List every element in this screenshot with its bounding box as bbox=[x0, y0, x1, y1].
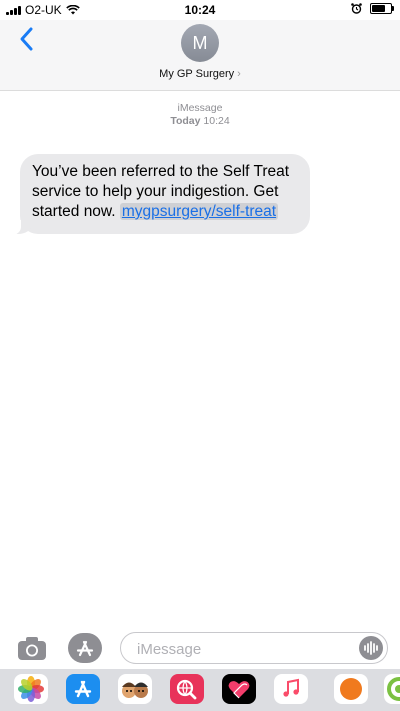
music-icon bbox=[283, 678, 299, 697]
web-search-icon bbox=[176, 679, 197, 700]
alarm-icon bbox=[351, 3, 362, 14]
camera-button[interactable] bbox=[16, 634, 48, 662]
digital-touch-icon bbox=[228, 681, 250, 699]
green-app[interactable] bbox=[384, 674, 400, 704]
app-drawer bbox=[0, 669, 400, 711]
contact-name-button[interactable]: My GP Surgery › bbox=[0, 68, 400, 80]
status-bar: O2-UK 10:24 bbox=[0, 0, 400, 20]
app-store-icon bbox=[74, 680, 92, 698]
message-input[interactable] bbox=[135, 638, 339, 660]
camera-icon bbox=[18, 637, 46, 660]
orange-app[interactable] bbox=[334, 674, 368, 704]
status-right bbox=[351, 3, 394, 14]
green-app-icon bbox=[387, 677, 400, 701]
memoji-app[interactable] bbox=[118, 674, 152, 704]
contact-avatar[interactable]: M bbox=[181, 24, 219, 62]
digital-touch-app[interactable] bbox=[222, 674, 256, 704]
photos-app[interactable] bbox=[14, 674, 48, 704]
web-search-app[interactable] bbox=[170, 674, 204, 704]
thread-meta: iMessage Today 10:24 bbox=[0, 102, 400, 128]
orange-app-icon bbox=[340, 678, 362, 700]
apps-button[interactable] bbox=[68, 633, 102, 663]
message-day: Today bbox=[170, 115, 201, 127]
audio-message-button[interactable] bbox=[359, 636, 383, 660]
message-timestamp: Today 10:24 bbox=[0, 115, 400, 128]
message-link[interactable]: mygpsurgery/self-treat bbox=[119, 203, 279, 220]
conversation-header: M My GP Surgery › bbox=[0, 20, 400, 91]
app-store-icon bbox=[68, 633, 102, 663]
chevron-right-icon: › bbox=[237, 68, 241, 80]
message-time: 10:24 bbox=[203, 115, 230, 127]
status-time: 10:24 bbox=[184, 3, 216, 17]
battery-icon bbox=[370, 3, 394, 14]
music-app[interactable] bbox=[274, 674, 308, 704]
incoming-message-bubble[interactable]: You’ve been referred to the Self Treat s… bbox=[11, 154, 310, 235]
chevron-left-icon bbox=[20, 27, 33, 51]
service-label: iMessage bbox=[177, 102, 223, 114]
photos-icon bbox=[18, 676, 44, 702]
waveform-icon bbox=[364, 641, 378, 655]
contact-name: My GP Surgery bbox=[159, 68, 235, 80]
message-input-container[interactable] bbox=[120, 632, 388, 664]
back-button[interactable] bbox=[14, 24, 40, 54]
app-store-app[interactable] bbox=[66, 674, 100, 704]
memoji-icon bbox=[122, 682, 148, 698]
